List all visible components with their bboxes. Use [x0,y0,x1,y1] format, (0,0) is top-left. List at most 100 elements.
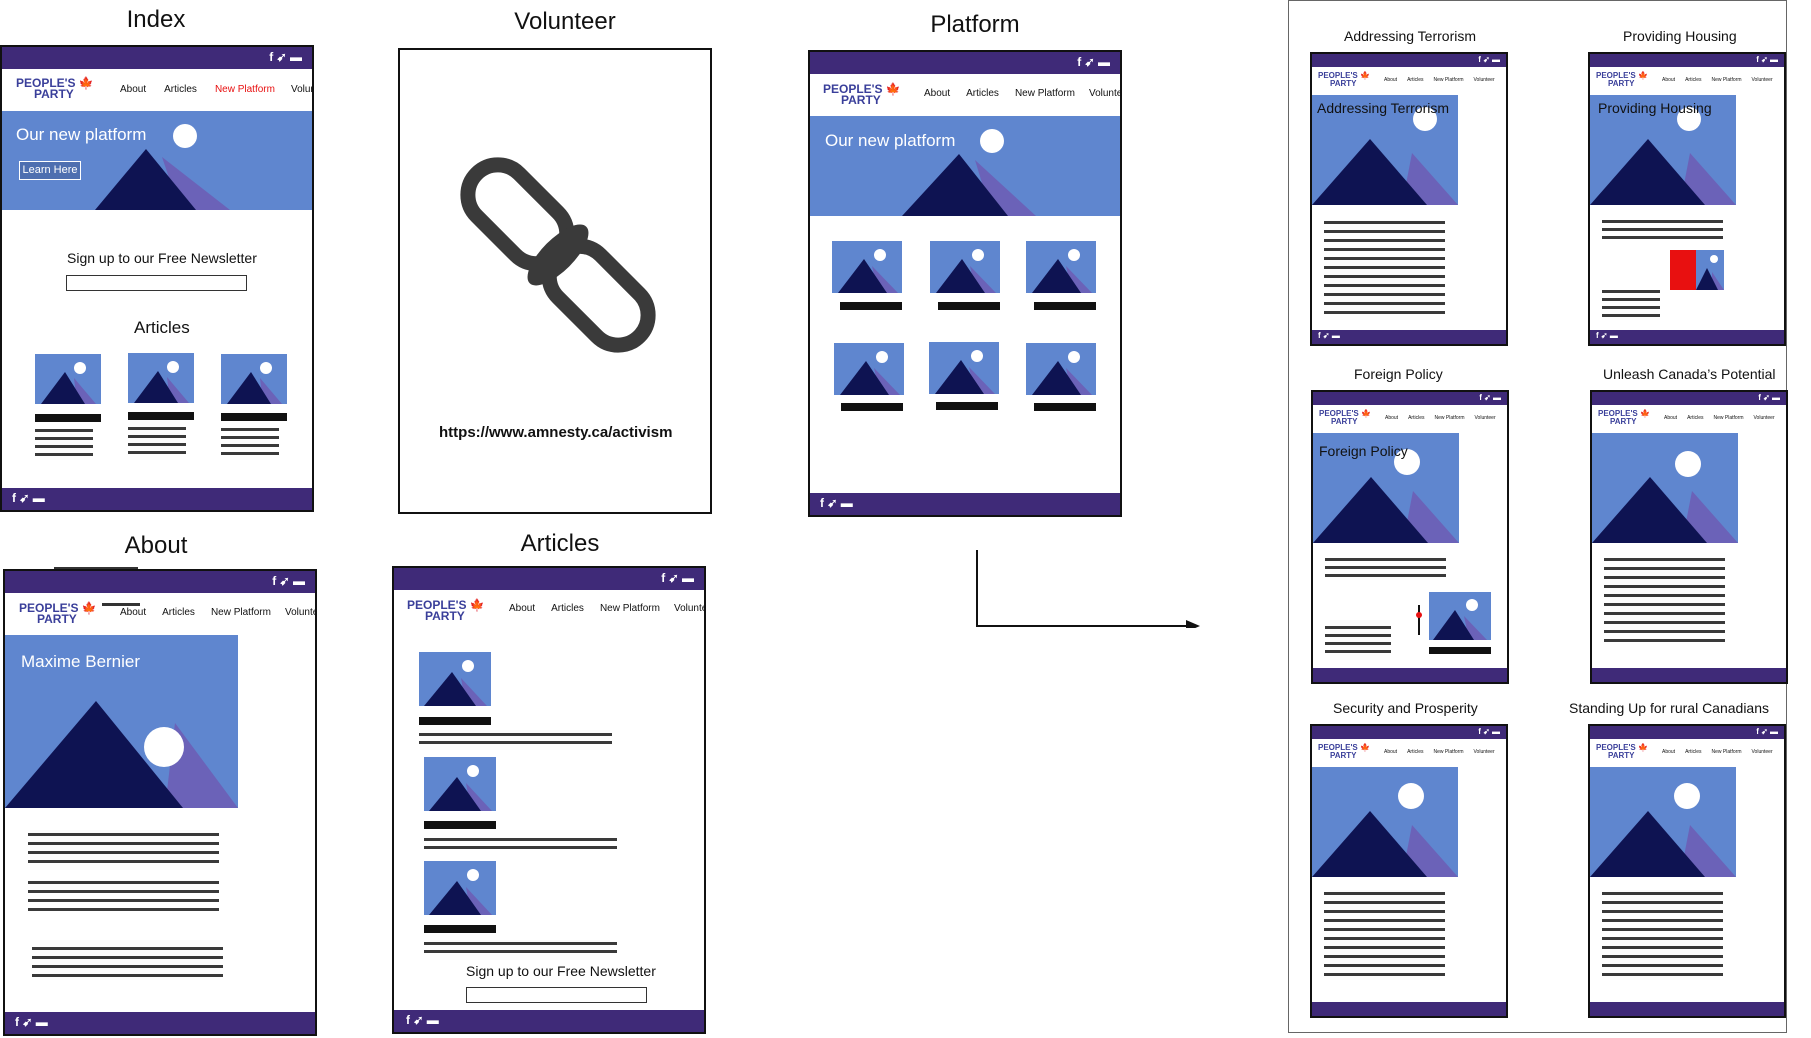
platform-articles-panel: Addressing Terrorism f ➹ ▬ PEOPLE'S 🍁 PA… [1288,0,1788,1033]
nav-articles[interactable]: Articles [1407,77,1423,83]
nav-new-platform[interactable]: New Platform [1015,88,1075,99]
article-text-line [424,942,617,945]
mini-text-line [1325,626,1391,629]
nav-new-platform[interactable]: New Platform [215,84,275,95]
hero-sun [980,129,1004,153]
mini-text-line [1602,228,1723,231]
nav-new-platform[interactable]: New Platform [1433,749,1463,755]
providing-housing-wireframe: f ➹ ▬ PEOPLE'S 🍁 PARTY About Articles Ne… [1588,52,1786,346]
nav-about[interactable]: About [120,607,146,618]
mini-text-line [1324,311,1445,314]
mini-nav: About Articles New Platform Volunteer [1384,749,1495,755]
nav-articles[interactable]: Articles [1685,77,1701,83]
providing-housing-hero-title: Providing Housing [1598,100,1712,116]
nav-about[interactable]: About [924,88,950,99]
article-thumb [419,652,491,706]
about-text-line [28,881,219,884]
nav-volunteer[interactable]: Volunteer [1752,749,1773,755]
rural-title: Standing Up for rural Canadians [1569,700,1770,716]
nav-articles[interactable]: Articles [162,607,195,618]
nav-articles[interactable]: Articles [1687,415,1703,421]
article-text-line [35,445,93,448]
mini-text-line [1325,642,1391,645]
slider-track [1418,605,1420,635]
nav-articles[interactable]: Articles [966,88,999,99]
mini-text-line [1602,964,1723,967]
nav-new-platform[interactable]: New Platform [1434,415,1464,421]
nav-about[interactable]: About [1662,749,1675,755]
mini-hero: Foreign Policy [1313,433,1459,543]
nav-about[interactable]: About [1662,77,1675,83]
nav-new-platform[interactable]: New Platform [211,607,271,618]
platform-tile-title-bar [936,402,998,410]
mini-text-line [1325,574,1446,577]
nav-volunteer[interactable]: Volunteer [1754,415,1775,421]
nav-about[interactable]: About [1384,749,1397,755]
nav-volunteer[interactable]: Volunteer [674,603,704,614]
nav-articles[interactable]: Articles [1685,749,1701,755]
about-text-line [28,908,219,911]
mini-text-line [1324,239,1445,242]
nav-volunteer[interactable]: Volunteer [291,84,312,95]
unleash-wireframe: f ➹ ▬ PEOPLE'S 🍁 PARTY About Articles Ne… [1590,390,1788,684]
volunteer-url[interactable]: https://www.amnesty.ca/activism [439,424,672,441]
nav-new-platform[interactable]: New Platform [600,603,660,614]
hero-sun [1674,783,1700,809]
about-title: About [124,532,188,559]
providing-housing-title: Providing Housing [1623,28,1737,44]
nav-volunteer[interactable]: Volunteer [285,607,315,618]
nav-new-platform[interactable]: New Platform [1711,749,1741,755]
mini-article-thumb [1429,592,1491,640]
article-text-line [35,453,93,456]
nav-volunteer[interactable]: Volunteer [1475,415,1496,421]
mini-text-line [1604,567,1725,570]
article-text-line [419,741,612,744]
mini-text-line [1604,603,1725,606]
platform-tile-thumb [1026,241,1096,293]
platform-tile-title-bar [841,403,903,411]
nav-about[interactable]: About [1385,415,1398,421]
mini-footer-social-icons: f ➹ ▬ [1318,331,1340,340]
nav-volunteer[interactable]: Volunteer [1089,88,1120,99]
nav-about[interactable]: About [1384,77,1397,83]
learn-here-button[interactable]: Learn Here [19,161,81,180]
mini-social-icons: f ➹ ▬ [1478,727,1500,736]
nav-articles[interactable]: Articles [1408,415,1424,421]
hero-mountain-image [1590,811,1736,877]
about-nav: About Articles New Platform Volunteer [120,607,315,618]
mini-text-line [1602,298,1660,301]
nav-articles[interactable]: Articles [164,84,197,95]
nav-volunteer[interactable]: Volunteer [1474,749,1495,755]
article-title-bar [424,925,496,933]
mini-text-line [1602,892,1723,895]
mini-top-bar: f ➹ ▬ [1590,54,1784,67]
articles-footer: f ➹ ▬ [394,1010,704,1032]
index-newsletter-input[interactable] [66,275,247,291]
slider-handle[interactable] [1416,612,1422,618]
nav-articles[interactable]: Articles [1407,749,1423,755]
mini-text-line [1602,236,1723,239]
nav-volunteer[interactable]: Volunteer [1752,77,1773,83]
articles-newsletter-input[interactable] [466,987,647,1003]
article-text-line [35,429,93,432]
addressing-terrorism-wireframe: f ➹ ▬ PEOPLE'S 🍁 PARTY About Articles Ne… [1310,52,1508,346]
nav-about[interactable]: About [120,84,146,95]
mini-top-bar: f ➹ ▬ [1312,54,1506,67]
mini-text-line [1602,928,1723,931]
platform-tile-title-bar [1034,302,1096,310]
platform-wireframe: f ➹ ▬ PEOPLE'S 🍁 PARTY About Articles Ne… [808,50,1122,517]
mini-social-icons: f ➹ ▬ [1756,727,1778,736]
nav-volunteer[interactable]: Volunteer [1474,77,1495,83]
mini-text-line [1602,314,1660,317]
mini-footer: f ➹ ▬ [1590,330,1784,344]
nav-about[interactable]: About [1664,415,1677,421]
nav-about[interactable]: About [509,603,535,614]
nav-articles[interactable]: Articles [551,603,584,614]
nav-new-platform[interactable]: New Platform [1713,415,1743,421]
platform-tile-thumb [1026,343,1096,395]
articles-footer-social-icons: f ➹ ▬ [406,1013,439,1027]
nav-new-platform[interactable]: New Platform [1711,77,1741,83]
platform-tile-title-bar [1034,403,1096,411]
platform-tile-title-bar [938,302,1000,310]
nav-new-platform[interactable]: New Platform [1433,77,1463,83]
